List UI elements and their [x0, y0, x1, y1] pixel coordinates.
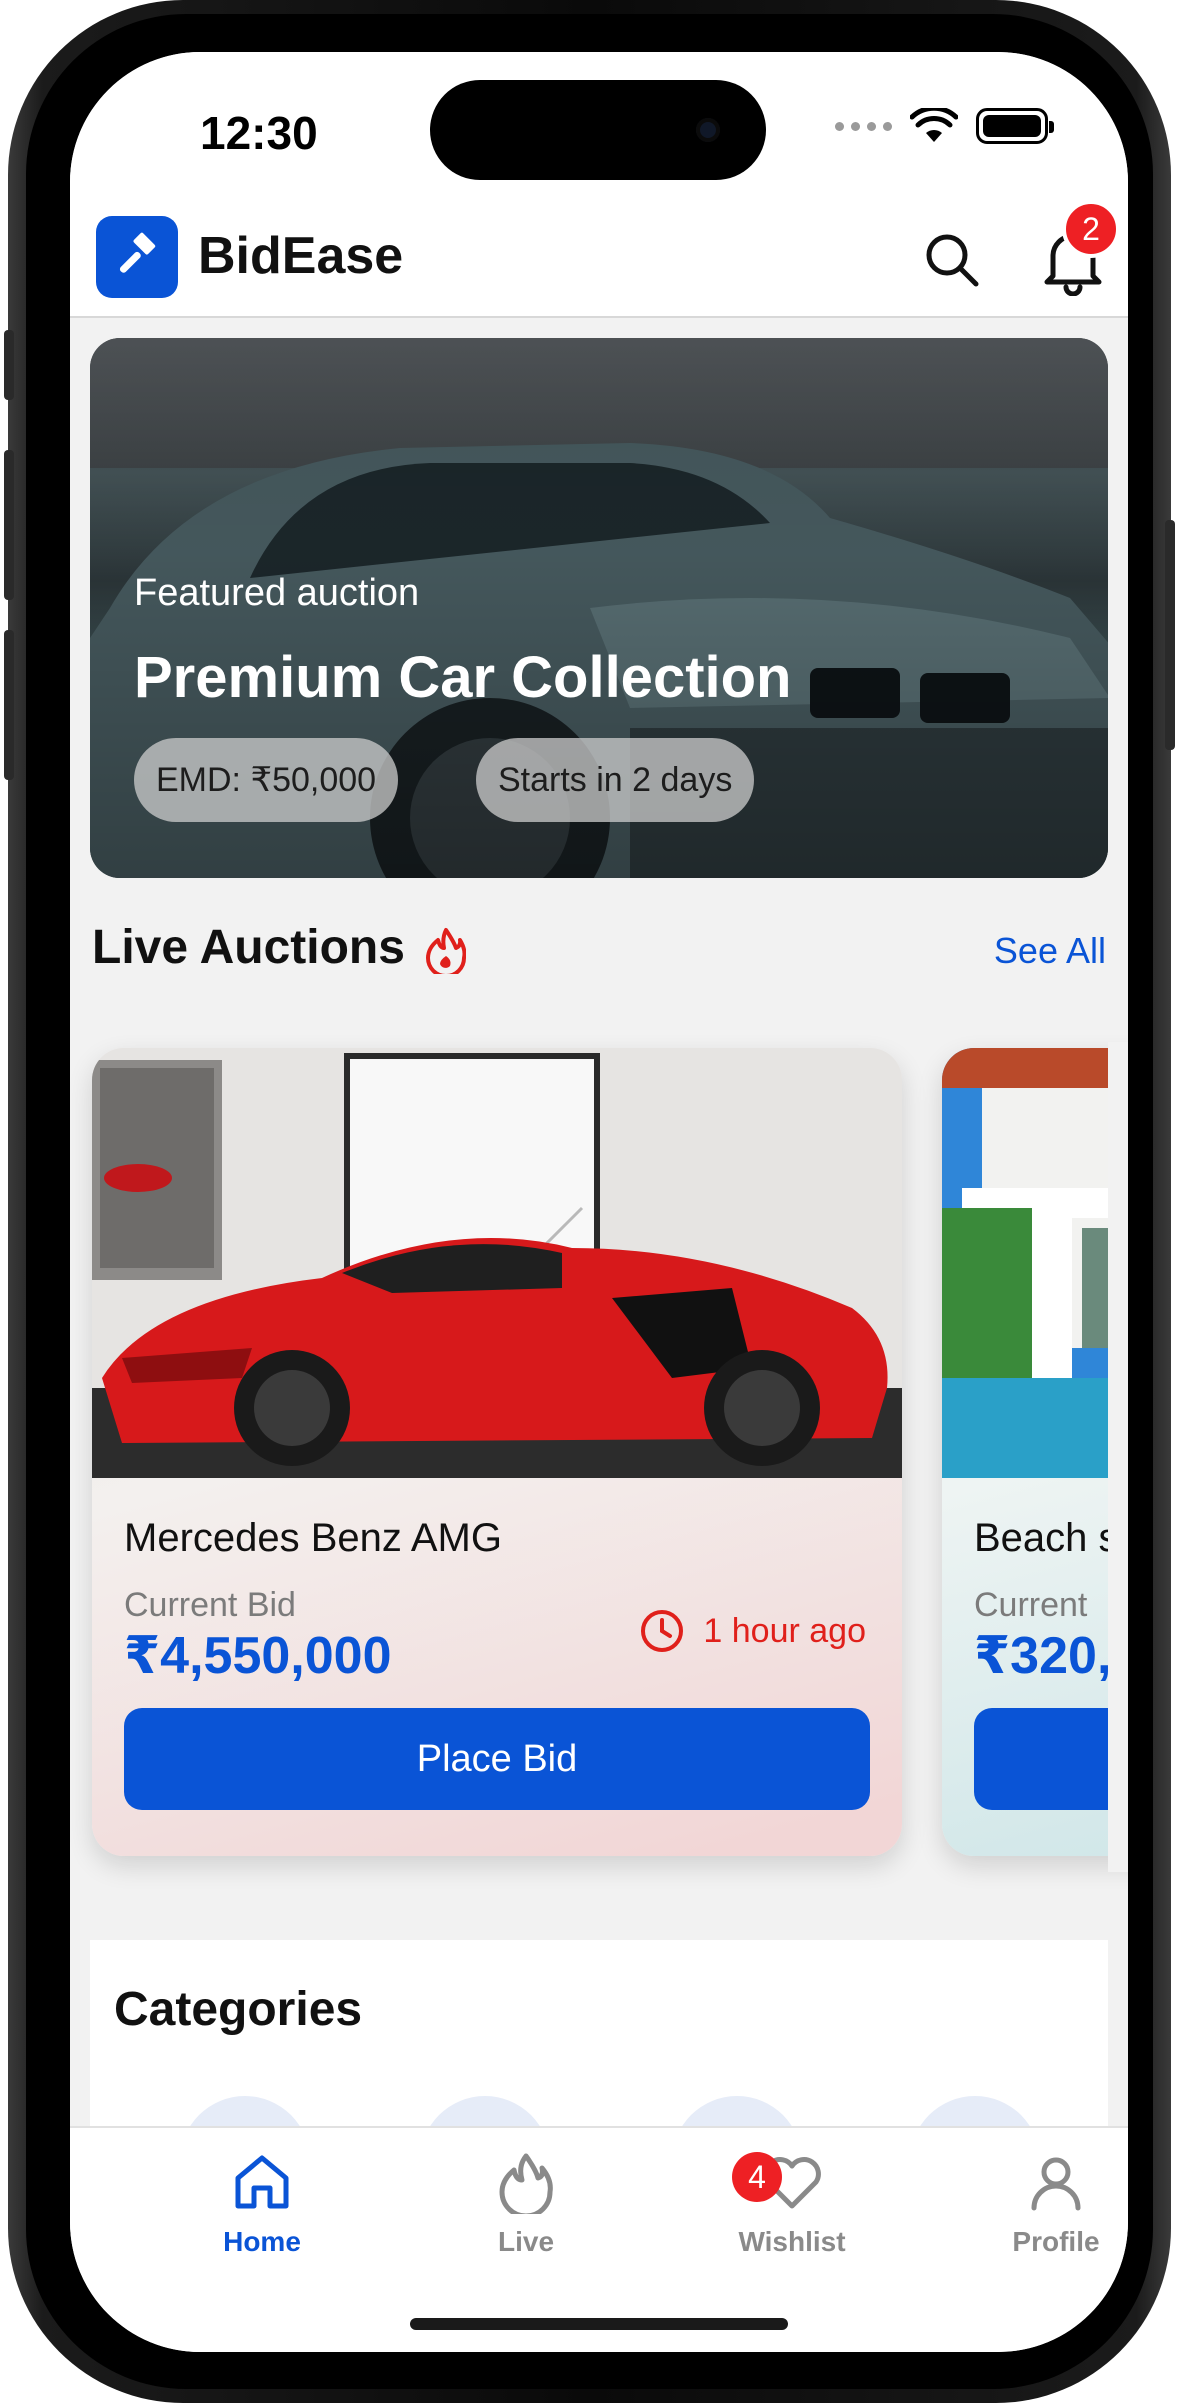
clock-icon — [641, 1610, 684, 1652]
auction-item-image — [92, 1048, 902, 1478]
auction-card[interactable]: Mercedes Benz AMG Current Bid ₹4,550,000… — [92, 1048, 902, 1856]
current-bid-value: ₹4,550,000 — [124, 1627, 392, 1685]
tab-label: Live — [497, 2226, 555, 2257]
current-bid-label: Current Bid — [124, 1586, 296, 1624]
dynamic-island — [430, 80, 766, 180]
place-bid-button[interactable]: Place Bid — [124, 1708, 870, 1810]
emd-chip: EMD: ₹50,000 — [134, 738, 399, 822]
tab-wishlist[interactable]: Wishlist — [692, 2150, 892, 2258]
time-text: 1 hour ago — [703, 1611, 866, 1650]
gavel-logo-icon — [96, 216, 178, 298]
tab-profile[interactable]: Profile — [956, 2150, 1128, 2258]
auction-item-image — [942, 1048, 1128, 1478]
tab-label: Wishlist — [738, 2226, 846, 2257]
status-icons — [835, 108, 1054, 144]
current-bid-value: ₹320, — [974, 1627, 1112, 1685]
time-remaining: 1 hour ago — [639, 1608, 866, 1654]
starts-chip: Starts in 2 days — [476, 738, 755, 822]
featured-auction-banner[interactable]: Featured auction Premium Car Collection … — [90, 338, 1108, 878]
app-header: BidEase 2 — [70, 200, 1128, 318]
section-title-categories: Categories — [114, 1983, 363, 2036]
signal-icon — [835, 121, 892, 131]
camera — [696, 118, 720, 142]
volume-up-button — [4, 450, 14, 600]
flame-icon — [499, 2153, 553, 2214]
battery-icon — [976, 108, 1054, 144]
carousel-edge — [1108, 1042, 1128, 1872]
see-all-link[interactable]: See All — [994, 930, 1106, 972]
auction-item-name: Beach s — [974, 1516, 1119, 1560]
user-icon — [1031, 2157, 1081, 2211]
current-bid-label: Current — [974, 1586, 1088, 1624]
auction-card[interactable]: Beach s Current ₹320, — [942, 1048, 1128, 1856]
device-frame: 12:30 BidEase 2 Featured auction Premium… — [4, 0, 1175, 2403]
status-bar: 12:30 — [70, 52, 1128, 202]
app-title: BidEase — [198, 227, 404, 285]
tab-label: Profile — [1012, 2226, 1100, 2257]
wishlist-badge: 4 — [732, 2152, 782, 2202]
mute-switch — [4, 330, 14, 400]
volume-down-button — [4, 630, 14, 780]
auction-item-name: Mercedes Benz AMG — [124, 1516, 502, 1560]
tab-home[interactable]: Home — [162, 2150, 362, 2258]
section-title-live-auctions: Live Auctions — [92, 921, 405, 974]
search-icon[interactable] — [922, 230, 982, 290]
place-bid-button[interactable] — [974, 1708, 1128, 1810]
wifi-icon — [910, 108, 958, 142]
power-button — [1165, 520, 1175, 750]
featured-title: Premium Car Collection — [134, 645, 792, 710]
tab-live[interactable]: Live — [426, 2150, 626, 2258]
status-time: 12:30 — [200, 107, 318, 159]
notification-badge: 2 — [1062, 200, 1120, 258]
home-indicator[interactable] — [410, 2318, 788, 2330]
featured-kicker: Featured auction — [134, 572, 420, 614]
flame-icon — [426, 928, 466, 974]
screen: 12:30 BidEase 2 Featured auction Premium… — [70, 52, 1128, 2352]
home-icon — [235, 2155, 289, 2209]
tab-label: Home — [223, 2226, 301, 2257]
